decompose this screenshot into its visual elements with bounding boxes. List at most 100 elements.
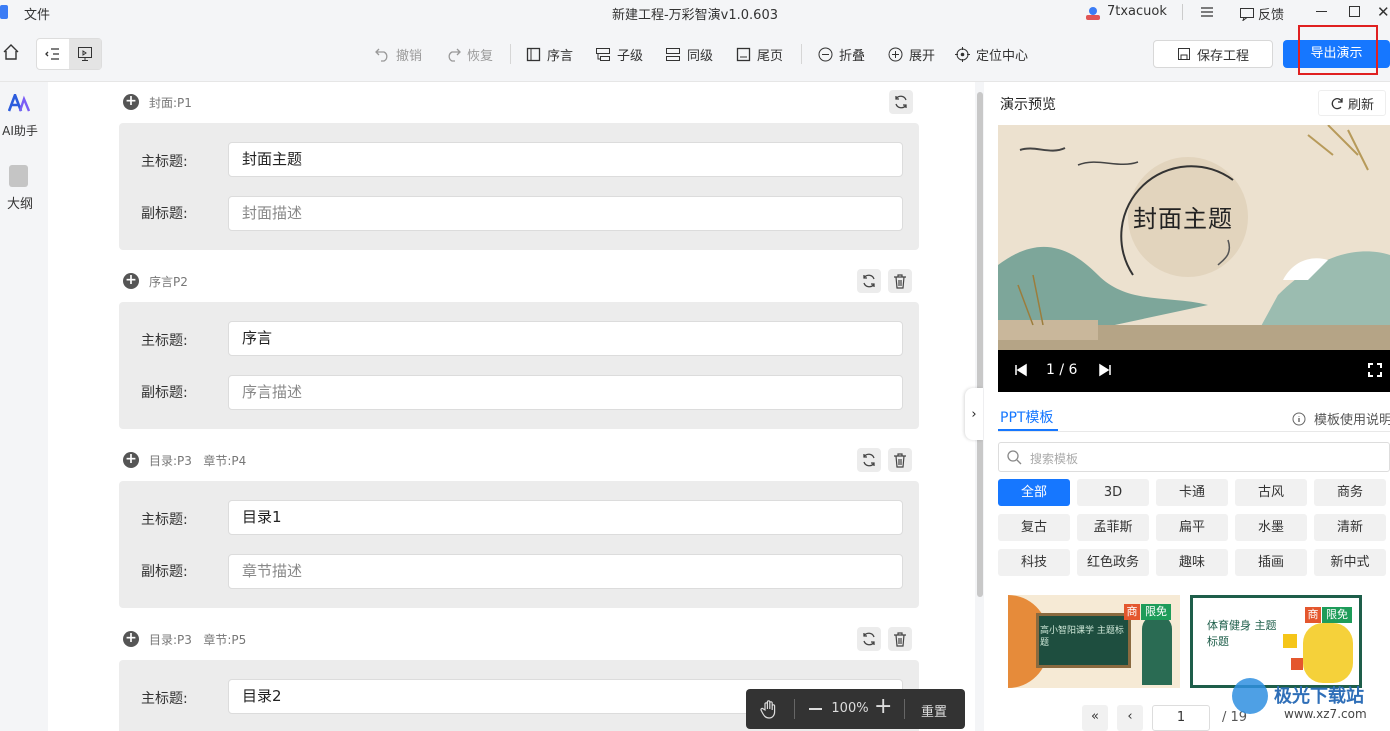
section-card: 主标题: 目录1 副标题: 章节描述 [119, 481, 919, 608]
child-button[interactable]: 子级 [595, 39, 643, 69]
category-chip[interactable]: 清新 [1314, 514, 1386, 541]
minimize-button[interactable] [1316, 11, 1327, 12]
section-card: 主标题: 封面主题 副标题: 封面描述 [119, 123, 919, 250]
toolbar-divider [801, 44, 802, 64]
ai-assistant-label[interactable]: AI助手 [0, 122, 40, 139]
template-help-link[interactable]: 模板使用说明 [1292, 409, 1390, 428]
thumb-figure [1142, 615, 1172, 685]
locate-center-button[interactable]: 定位中心 [955, 39, 1028, 69]
main-title-input[interactable]: 封面主题 [228, 142, 903, 177]
scroll-thumb[interactable] [977, 92, 983, 597]
category-chip[interactable]: 扁平 [1156, 514, 1228, 541]
username[interactable]: 7txacuok [1107, 4, 1167, 19]
outline-label[interactable]: 大纲 [0, 193, 40, 212]
preface-button[interactable]: 序言 [526, 39, 573, 69]
close-button[interactable]: ✕ [1377, 3, 1390, 21]
section-card: 主标题: 序言 副标题: 序言描述 [119, 302, 919, 429]
panel-toggle-chevron-icon[interactable]: › [965, 388, 983, 440]
category-chip[interactable]: 孟菲斯 [1077, 514, 1149, 541]
replace-icon[interactable] [857, 627, 881, 651]
category-chip[interactable]: 复古 [998, 514, 1070, 541]
hamburger-menu-icon[interactable] [1199, 4, 1215, 20]
slide-preview[interactable]: 封面主题 [998, 125, 1390, 350]
subtitle-input[interactable]: 序言描述 [228, 375, 903, 410]
undo-button[interactable]: 撤销 [375, 39, 422, 69]
add-icon[interactable]: + [123, 631, 139, 647]
ai-assistant-icon[interactable] [7, 91, 31, 112]
main-title-input[interactable]: 目录1 [228, 500, 903, 535]
add-icon[interactable]: + [123, 452, 139, 468]
expand-button[interactable]: 展开 [888, 39, 935, 69]
outline-icon[interactable] [9, 165, 28, 187]
next-slide-icon[interactable] [1098, 363, 1112, 377]
home-icon[interactable] [2, 43, 20, 61]
subtitle-input[interactable]: 章节描述 [228, 554, 903, 589]
main-title-label: 主标题: [141, 691, 188, 707]
template-search-input[interactable]: 搜索模板 [998, 442, 1390, 472]
badge-free: 限免 [1322, 607, 1352, 623]
category-chip[interactable]: 卡通 [1156, 479, 1228, 506]
thumb-title: 高小智阳课学 主题标题 [1040, 626, 1124, 648]
category-chip[interactable]: 水墨 [1235, 514, 1307, 541]
category-chip[interactable]: 3D [1077, 479, 1149, 506]
category-chip[interactable]: 古风 [1235, 479, 1307, 506]
target-icon [955, 46, 970, 62]
hand-tool-icon[interactable] [759, 699, 779, 719]
zoom-out-icon[interactable] [809, 708, 822, 710]
replace-icon[interactable] [857, 448, 881, 472]
page-number-input[interactable]: 1 [1152, 705, 1210, 731]
reset-button[interactable]: 重置 [921, 701, 947, 720]
zoom-control: 100% + 重置 [746, 689, 965, 729]
collapse-button[interactable]: 折叠 [818, 39, 865, 69]
menu-file[interactable]: 文件 [24, 4, 50, 23]
section-label: 目录:P3 章节:P5 [149, 632, 247, 647]
category-chip[interactable]: 商务 [1314, 479, 1386, 506]
replace-icon[interactable] [857, 269, 881, 293]
feedback-button[interactable]: 反馈 [1239, 4, 1284, 23]
fullscreen-icon[interactable] [1368, 363, 1382, 377]
template-help-label: 模板使用说明 [1314, 413, 1390, 428]
zoom-in-icon[interactable]: + [874, 695, 892, 719]
category-chip[interactable]: 红色政务 [1077, 549, 1149, 576]
outline-view-icon[interactable] [37, 39, 69, 69]
thumb-decoration [1291, 658, 1303, 670]
replace-icon[interactable] [889, 90, 913, 114]
delete-icon[interactable] [888, 627, 912, 651]
save-icon [1177, 48, 1190, 60]
tab-ppt-template[interactable]: PPT模板 [1000, 407, 1053, 427]
refresh-button[interactable]: 刷新 [1318, 90, 1386, 116]
prev-page-icon[interactable]: ‹ [1117, 705, 1143, 731]
category-chip[interactable]: 趣味 [1156, 549, 1228, 576]
collapse-label: 折叠 [839, 48, 866, 64]
title-bar: 文件 新建工程-万彩智演v1.0.603 7txacuok 反馈 ✕ [0, 0, 1390, 26]
category-chip[interactable]: 插画 [1235, 549, 1307, 576]
main-toolbar: 撤销 恢复 序言 子级 同级 尾页 折叠 展开 定位中心 保存工程 导出演示 [0, 25, 1390, 82]
category-chip[interactable]: 新中式 [1314, 549, 1386, 576]
zoom-divider [904, 699, 905, 719]
slide-title: 封面主题 [1133, 205, 1233, 233]
category-chip[interactable]: 全部 [998, 479, 1070, 506]
redo-button[interactable]: 恢复 [446, 39, 493, 69]
template-thumbnail[interactable]: 体育健身 主题标题 商 限免 [1190, 595, 1362, 688]
save-project-button[interactable]: 保存工程 [1153, 40, 1273, 68]
subtitle-input[interactable]: 封面描述 [228, 196, 903, 231]
sibling-label: 同级 [687, 48, 714, 64]
maximize-button[interactable] [1349, 6, 1360, 17]
last-page-button[interactable]: 尾页 [736, 39, 783, 69]
template-thumbnail[interactable]: 高小智阳课学 主题标题 商 限免 [1008, 595, 1180, 688]
sibling-button[interactable]: 同级 [665, 39, 713, 69]
delete-icon[interactable] [888, 269, 912, 293]
thumb-figure [1303, 623, 1353, 683]
preface-label: 序言 [547, 48, 574, 64]
subtitle-label: 副标题: [141, 564, 188, 580]
badge-commercial: 商 [1305, 607, 1321, 623]
prev-slide-icon[interactable] [1014, 363, 1028, 377]
add-icon[interactable]: + [123, 94, 139, 110]
preview-view-icon[interactable] [69, 39, 101, 69]
add-icon[interactable]: + [123, 273, 139, 289]
category-chip[interactable]: 科技 [998, 549, 1070, 576]
main-title-input[interactable]: 序言 [228, 321, 903, 356]
delete-icon[interactable] [888, 448, 912, 472]
feedback-icon [1240, 7, 1254, 21]
first-page-icon[interactable]: « [1082, 705, 1108, 731]
